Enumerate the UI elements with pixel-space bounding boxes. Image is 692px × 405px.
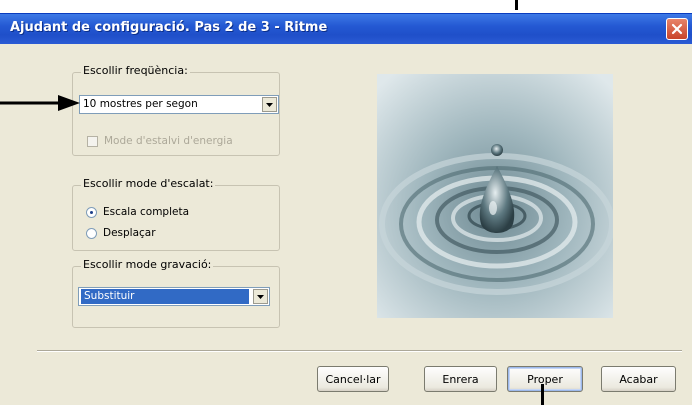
close-icon [671,23,683,35]
dialog-body: Escollir freqüència: 10 mostres per sego… [0,44,692,405]
power-save-label: Mode d'estalvi d'energia [104,135,233,147]
frequency-value: 10 mostres per segon [83,98,198,110]
scale-group: Escollir mode d'escalat: Escala completa… [72,177,280,251]
power-save-checkbox[interactable] [87,135,98,147]
frequency-group: Escollir freqüència: 10 mostres per sego… [72,64,280,156]
cancel-button[interactable]: Cancel·lar [317,366,389,392]
record-mode-value: Substituir [81,289,249,304]
annotation-pointer-bottom [541,384,544,405]
scroll-label: Desplaçar [103,227,156,239]
dropdown-arrow-icon [253,289,268,304]
close-button[interactable] [666,18,688,40]
separator-line [37,350,682,352]
record-group-title: Escollir mode gravació: [81,258,214,271]
frequency-group-title: Escollir freqüència: [81,64,190,77]
radio-scroll[interactable] [86,227,97,239]
scale-option-full[interactable]: Escala completa [86,206,189,218]
annotation-pointer-top [515,0,518,10]
back-button[interactable]: Enrera [424,366,497,392]
water-drop-image [377,74,613,318]
frequency-select[interactable]: 10 mostres per segon [79,95,279,114]
finish-button[interactable]: Acabar [601,366,676,392]
record-group: Escollir mode gravació: Substituir [72,258,280,328]
next-button[interactable]: Proper [507,366,583,392]
scale-option-scroll[interactable]: Desplaçar [86,227,156,239]
full-scale-label: Escala completa [103,206,190,218]
scale-group-title: Escollir mode d'escalat: [81,177,216,190]
record-mode-select[interactable]: Substituir [78,287,270,306]
annotation-arrow-icon [0,95,80,111]
window-title: Ajudant de configuració. Pas 2 de 3 - Ri… [10,20,328,35]
dropdown-arrow-icon [262,97,277,112]
power-save-checkbox-row[interactable]: Mode d'estalvi d'energia [87,135,233,147]
title-bar: Ajudant de configuració. Pas 2 de 3 - Ri… [0,13,692,44]
radio-full-scale[interactable] [86,206,97,218]
